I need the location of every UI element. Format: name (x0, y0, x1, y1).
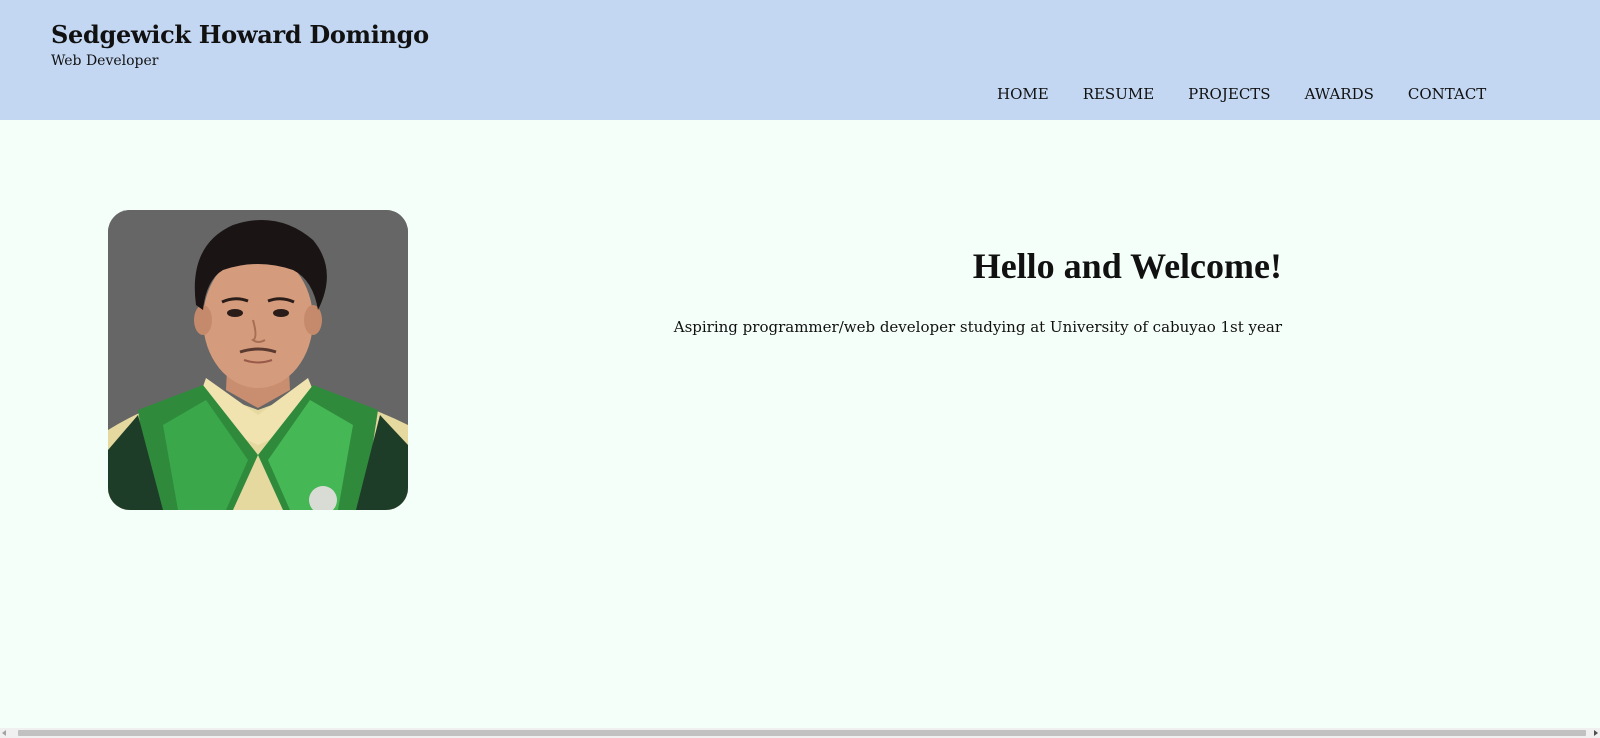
site-name: Sedgewick Howard Domingo (51, 20, 429, 49)
nav-home[interactable]: HOME (985, 84, 1066, 104)
nav-awards[interactable]: AWARDS (1288, 84, 1391, 104)
main-content: Hello and Welcome! Aspiring programmer/w… (0, 120, 1600, 728)
horizontal-scrollbar[interactable] (0, 728, 1600, 738)
profile-photo (108, 210, 408, 510)
nav-projects[interactable]: PROJECTS (1171, 84, 1287, 104)
site-header: Sedgewick Howard Domingo Web Developer H… (0, 0, 1600, 120)
nav-contact[interactable]: CONTACT (1391, 84, 1503, 104)
page: Sedgewick Howard Domingo Web Developer H… (0, 0, 1600, 738)
main-nav: HOME RESUME PROJECTS AWARDS CONTACT (985, 84, 1503, 104)
nav-resume[interactable]: RESUME (1066, 84, 1171, 104)
welcome-title: Hello and Welcome! (972, 246, 1282, 286)
scroll-left-arrow-icon[interactable] (2, 730, 6, 736)
site-role: Web Developer (51, 53, 159, 69)
scrollbar-thumb[interactable] (18, 730, 1586, 736)
profile-photo-image (108, 210, 408, 510)
scroll-right-arrow-icon[interactable] (1594, 730, 1598, 736)
welcome-text: Aspiring programmer/web developer studyi… (673, 318, 1282, 336)
